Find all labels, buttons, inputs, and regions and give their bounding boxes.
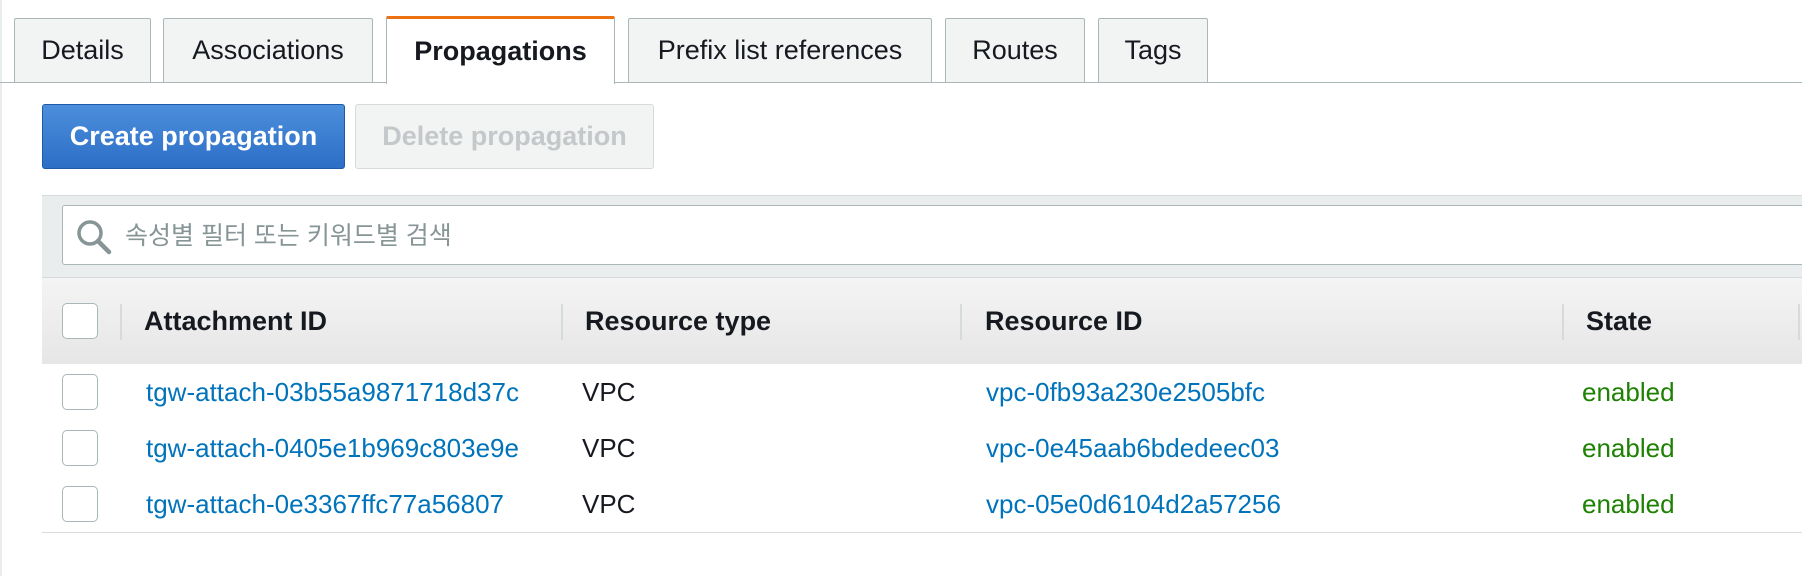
delete-propagation-button[interactable]: Delete propagation (355, 104, 654, 169)
column-header-state[interactable]: State (1586, 278, 1652, 364)
resource-id-link[interactable]: vpc-0e45aab6bdedeec03 (986, 420, 1279, 476)
resource-id-link[interactable]: vpc-0fb93a230e2505bfc (986, 364, 1265, 420)
table-row[interactable]: tgw-attach-0405e1b969c803e9e VPC vpc-0e4… (42, 420, 1802, 477)
resource-type: VPC (582, 376, 636, 407)
row-checkbox[interactable] (62, 430, 98, 466)
column-header-attachment-id[interactable]: Attachment ID (144, 278, 327, 364)
row-checkbox[interactable] (62, 374, 98, 410)
search-icon (77, 220, 112, 255)
table-row[interactable]: tgw-attach-03b55a9871718d37c VPC vpc-0fb… (42, 364, 1802, 421)
row-checkbox[interactable] (62, 486, 98, 522)
state-badge: enabled (1582, 488, 1675, 519)
search-box[interactable] (62, 205, 1802, 266)
tab-details[interactable]: Details (14, 18, 151, 82)
column-separator (561, 304, 563, 340)
attachment-id-link[interactable]: tgw-attach-0e3367ffc77a56807 (146, 476, 504, 532)
state-badge: enabled (1582, 376, 1675, 407)
left-border (0, 0, 2, 576)
tab-tags[interactable]: Tags (1098, 18, 1208, 82)
tab-prefix-list-references[interactable]: Prefix list references (628, 18, 932, 82)
column-separator (960, 304, 962, 340)
column-separator (120, 304, 122, 340)
column-header-resource-type[interactable]: Resource type (585, 278, 771, 364)
resource-type: VPC (582, 432, 636, 463)
tab-routes[interactable]: Routes (945, 18, 1085, 82)
column-separator (1562, 304, 1564, 340)
search-input[interactable] (123, 206, 1787, 266)
tab-divider (0, 82, 1802, 83)
attachment-id-link[interactable]: tgw-attach-0405e1b969c803e9e (146, 420, 519, 476)
tab-bar: Details Associations Propagations Prefix… (0, 0, 1802, 84)
tab-associations[interactable]: Associations (163, 18, 373, 82)
create-propagation-button[interactable]: Create propagation (42, 104, 345, 169)
tab-propagations[interactable]: Propagations (386, 16, 615, 84)
resource-id-link[interactable]: vpc-05e0d6104d2a57256 (986, 476, 1281, 532)
table-header: Attachment ID Resource type Resource ID … (42, 277, 1802, 365)
state-badge: enabled (1582, 432, 1675, 463)
column-header-resource-id[interactable]: Resource ID (985, 278, 1143, 364)
table-row[interactable]: tgw-attach-0e3367ffc77a56807 VPC vpc-05e… (42, 476, 1802, 533)
column-separator (1798, 304, 1800, 340)
select-all-checkbox[interactable] (62, 303, 98, 339)
attachment-id-link[interactable]: tgw-attach-03b55a9871718d37c (146, 364, 519, 420)
resource-type: VPC (582, 488, 636, 519)
